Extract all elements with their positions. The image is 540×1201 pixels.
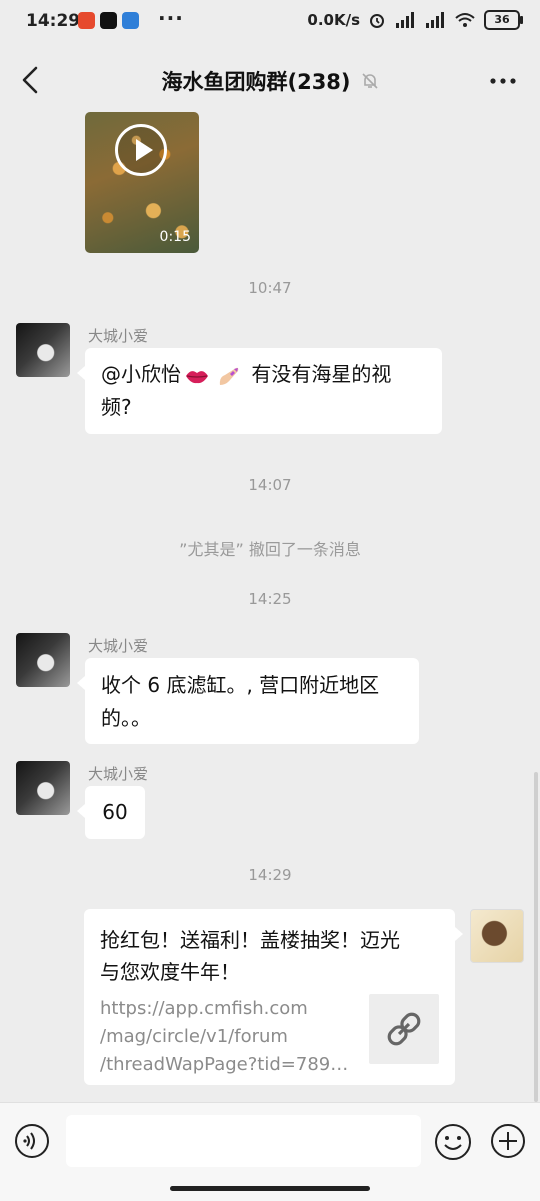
link-url-line: /mag/circle/v1/forum bbox=[100, 1026, 288, 1047]
link-url-line: /threadWapPage?tid=789… bbox=[100, 1054, 349, 1075]
message-bubble[interactable]: @小欣怡 有没有海星的视 频? bbox=[77, 348, 442, 434]
link-title: 与您欢度牛年！ bbox=[100, 960, 240, 984]
video-duration: 0:15 bbox=[159, 229, 191, 245]
timestamp: 10:47 bbox=[248, 279, 292, 297]
message-text: 频? bbox=[101, 395, 132, 419]
status-time: 14:29 bbox=[26, 11, 81, 31]
timestamp: 14:25 bbox=[248, 590, 292, 608]
tiktok-icon bbox=[100, 12, 117, 29]
message-text: 的。。 bbox=[101, 706, 151, 730]
chat-title-bar: 海水鱼团购群(238) bbox=[0, 66, 540, 96]
alarm-icon bbox=[370, 14, 384, 28]
timestamp: 14:29 bbox=[248, 866, 292, 884]
recall-notice: ”尤其是” 撤回了一条消息 bbox=[179, 540, 361, 559]
plus-icon[interactable] bbox=[490, 1123, 526, 1159]
message-line: @小欣怡 有没有海星的视 bbox=[101, 358, 426, 391]
status-app-icons bbox=[78, 12, 139, 29]
avatar[interactable] bbox=[16, 761, 70, 815]
status-more-icon: ··· bbox=[158, 6, 184, 30]
nail-polish-emoji-icon bbox=[219, 367, 239, 385]
link-icon bbox=[387, 1012, 421, 1046]
home-indicator[interactable] bbox=[170, 1186, 370, 1191]
app-notification-icon bbox=[78, 12, 95, 29]
video-message[interactable]: 0:15 bbox=[85, 112, 199, 253]
message-input[interactable] bbox=[66, 1115, 421, 1167]
battery-icon: 36 bbox=[484, 10, 523, 30]
signal-icon bbox=[396, 12, 414, 28]
link-thumbnail bbox=[369, 994, 439, 1064]
mute-bell-icon bbox=[361, 73, 378, 89]
message-bubble[interactable]: 60 bbox=[77, 786, 145, 839]
avatar[interactable] bbox=[16, 323, 70, 377]
app-notification-icon bbox=[122, 12, 139, 29]
signal-icon bbox=[426, 12, 444, 28]
wifi-icon bbox=[455, 13, 475, 27]
sender-name: 大城小爱 bbox=[88, 327, 149, 345]
message-text: 有没有海星的视 bbox=[245, 362, 392, 386]
link-card[interactable]: 抢红包！送福利！盖楼抽奖！迈光 与您欢度牛年！ https://app.cmfi… bbox=[84, 909, 463, 1085]
sender-name: 大城小爱 bbox=[88, 637, 149, 655]
emoji-icon[interactable] bbox=[434, 1123, 472, 1161]
message-bubble[interactable]: 收个 6 底滤缸。, 营口附近地区 的。。 bbox=[77, 658, 419, 744]
link-title: 抢红包！送福利！盖楼抽奖！迈光 bbox=[100, 928, 400, 952]
status-right: 0.0K/s 36 bbox=[307, 10, 523, 30]
self-avatar[interactable] bbox=[470, 909, 524, 963]
more-dots-icon[interactable] bbox=[488, 66, 518, 96]
play-icon[interactable] bbox=[115, 124, 167, 176]
sender-name: 大城小爱 bbox=[88, 765, 149, 783]
message-text: 收个 6 底滤缸。, 营口附近地区 bbox=[101, 673, 380, 697]
lips-emoji-icon bbox=[186, 370, 208, 383]
chat-header: 海水鱼团购群(238) bbox=[0, 46, 540, 114]
avatar[interactable] bbox=[16, 633, 70, 687]
mention-text: @小欣怡 bbox=[101, 362, 181, 386]
message-text: 60 bbox=[102, 800, 128, 824]
link-url-line: https://app.cmfish.com bbox=[100, 998, 308, 1019]
status-bar: 14:29 ··· 0.0K/s 36 bbox=[0, 0, 540, 46]
network-speed: 0.0K/s bbox=[307, 11, 360, 29]
voice-icon[interactable] bbox=[14, 1123, 50, 1159]
chat-scrollbar[interactable] bbox=[534, 772, 538, 1102]
link-url: https://app.cmfish.com /mag/circle/v1/fo… bbox=[100, 995, 360, 1079]
timestamp: 14:07 bbox=[248, 476, 292, 494]
chat-title: 海水鱼团购群(238) bbox=[161, 70, 351, 94]
